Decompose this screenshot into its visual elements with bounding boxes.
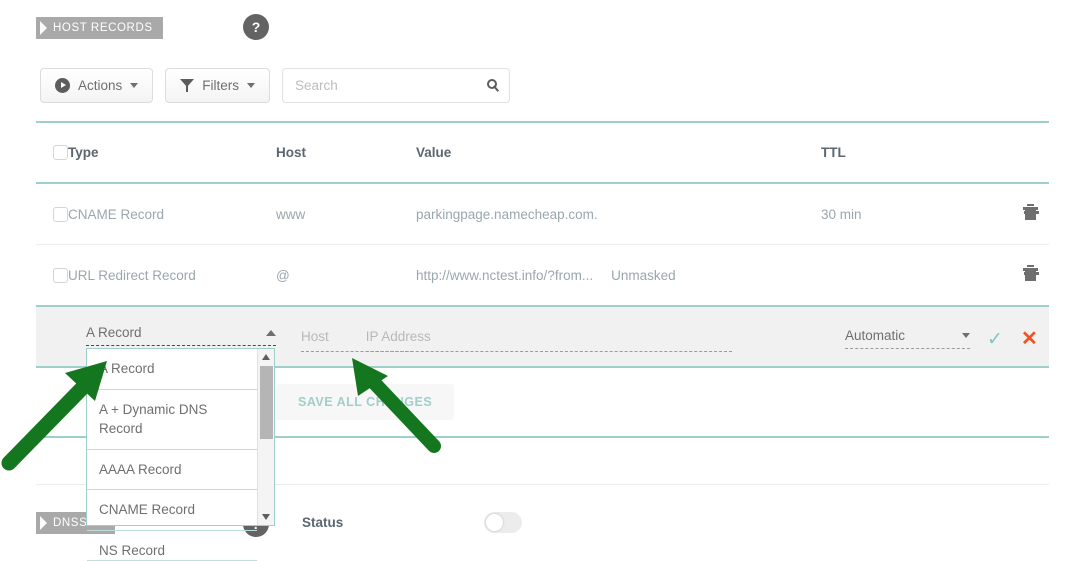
row-host: @ bbox=[276, 267, 290, 283]
chevron-down-icon bbox=[962, 333, 970, 338]
row-type: CNAME Record bbox=[68, 206, 165, 222]
host-field[interactable]: Host bbox=[301, 329, 413, 352]
play-circle-icon bbox=[55, 78, 70, 93]
host-placeholder: Host bbox=[301, 329, 329, 344]
dnssec-status-label: Status bbox=[302, 515, 344, 530]
table-row[interactable]: URL Redirect Record @ http://www.nctest.… bbox=[36, 245, 1049, 305]
chevron-down-icon bbox=[130, 83, 139, 88]
scroll-up-icon[interactable] bbox=[262, 354, 270, 360]
delete-icon[interactable] bbox=[1023, 264, 1038, 281]
host-records-label: HOST RECORDS bbox=[53, 22, 153, 34]
scroll-down-icon[interactable] bbox=[262, 514, 270, 520]
column-header-value: Value bbox=[416, 145, 452, 160]
row-mask-state: Unmasked bbox=[611, 267, 676, 283]
record-type-select[interactable]: A Record bbox=[86, 325, 276, 346]
ip-address-field[interactable]: IP Address bbox=[365, 329, 732, 352]
search-box[interactable] bbox=[282, 68, 511, 103]
help-icon[interactable]: ? bbox=[243, 14, 269, 40]
row-value-cell: http://www.nctest.info/?from... Unmasked bbox=[416, 268, 821, 283]
scrollbar-thumb[interactable] bbox=[260, 366, 273, 439]
record-type-option-list: A Record A + Dynamic DNS Record AAAA Rec… bbox=[87, 349, 257, 561]
filters-label: Filters bbox=[202, 78, 240, 93]
row-value: http://www.nctest.info/?from... bbox=[416, 267, 594, 283]
help-glyph: ? bbox=[251, 19, 261, 35]
filters-button[interactable]: Filters bbox=[165, 68, 271, 103]
dropdown-scrollbar[interactable] bbox=[257, 349, 274, 525]
toggle-knob bbox=[486, 514, 503, 531]
ip-address-placeholder: IP Address bbox=[365, 329, 431, 344]
row-actions[interactable] bbox=[1001, 264, 1049, 286]
row-value: parkingpage.namecheap.com. bbox=[416, 206, 598, 222]
chevron-down-icon bbox=[247, 83, 256, 88]
dropdown-option-a-record[interactable]: A Record bbox=[87, 349, 257, 390]
dropdown-option-ns-record[interactable]: NS Record bbox=[87, 531, 257, 561]
row-checkbox[interactable] bbox=[53, 267, 68, 283]
select-all-cell[interactable] bbox=[36, 145, 68, 160]
record-type-value: A Record bbox=[86, 325, 142, 340]
delete-icon[interactable] bbox=[1023, 203, 1038, 220]
column-header-type: Type bbox=[68, 145, 99, 160]
dropdown-option-aaaa-record[interactable]: AAAA Record bbox=[87, 450, 257, 491]
ttl-value: Automatic bbox=[845, 328, 906, 343]
chevron-right-icon bbox=[40, 516, 47, 530]
funnel-icon bbox=[180, 79, 195, 92]
search-icon[interactable] bbox=[487, 79, 498, 89]
column-header-host: Host bbox=[276, 145, 306, 160]
dnssec-status-toggle[interactable] bbox=[484, 512, 522, 533]
toolbar: Actions Filters bbox=[40, 68, 511, 103]
chevron-up-icon bbox=[266, 329, 276, 336]
row-actions[interactable] bbox=[1001, 203, 1049, 225]
ip-address-field-underline bbox=[365, 351, 732, 352]
actions-label: Actions bbox=[78, 78, 123, 93]
row-select-cell[interactable] bbox=[36, 206, 68, 222]
actions-button[interactable]: Actions bbox=[40, 68, 154, 103]
dropdown-option-cname-record[interactable]: CNAME Record bbox=[87, 490, 257, 531]
record-type-dropdown[interactable]: A Record A + Dynamic DNS Record AAAA Rec… bbox=[86, 348, 275, 561]
dropdown-option-a-dynamic-dns[interactable]: A + Dynamic DNS Record bbox=[87, 390, 257, 450]
row-select-cell[interactable] bbox=[36, 267, 68, 283]
table-row[interactable]: CNAME Record www parkingpage.namecheap.c… bbox=[36, 184, 1049, 244]
chevron-right-icon bbox=[40, 21, 47, 35]
ttl-select[interactable]: Automatic bbox=[845, 328, 970, 349]
row-checkbox[interactable] bbox=[53, 206, 68, 222]
row-type: URL Redirect Record bbox=[68, 267, 196, 283]
search-input[interactable] bbox=[283, 69, 510, 102]
table-header-row: Type Host Value TTL bbox=[36, 123, 1049, 182]
row-host: www bbox=[276, 206, 306, 222]
host-records-section-badge: HOST RECORDS bbox=[36, 17, 163, 39]
save-all-changes-button[interactable]: SAVE ALL CHANGES bbox=[276, 384, 455, 420]
select-all-checkbox[interactable] bbox=[53, 145, 68, 160]
column-header-ttl: TTL bbox=[821, 145, 846, 160]
cancel-icon[interactable]: ✕ bbox=[1021, 326, 1038, 351]
row-ttl: 30 min bbox=[821, 206, 862, 222]
confirm-icon[interactable]: ✓ bbox=[987, 328, 1003, 351]
